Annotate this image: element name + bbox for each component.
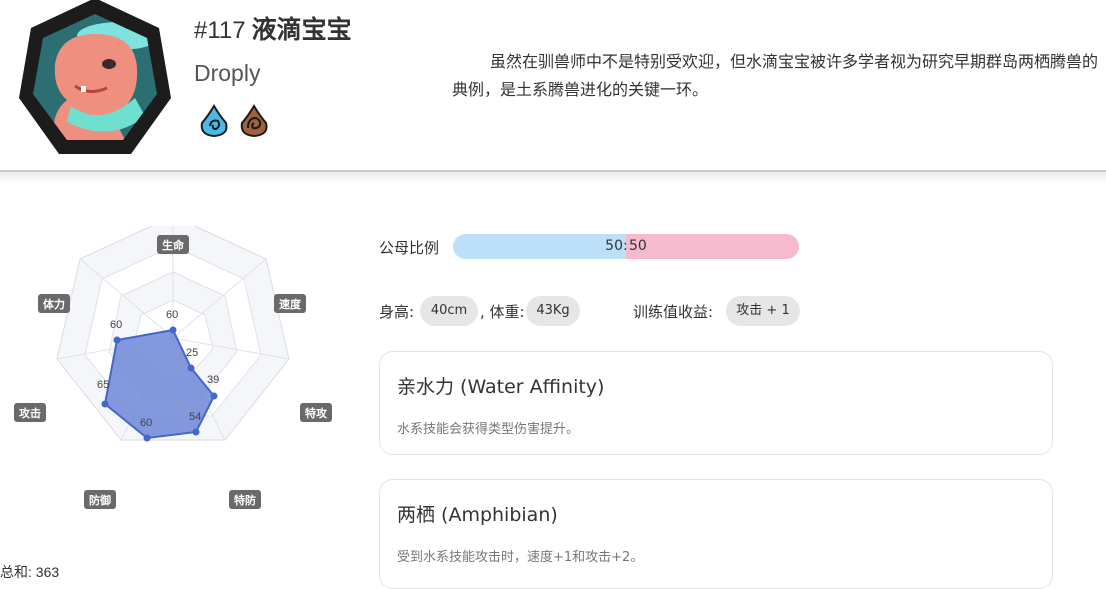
monster-avatar: [19, 0, 171, 154]
monster-description: 虽然在驯兽师中不是特别受欢迎，但水滴宝宝被许多学者视为研究早期群岛两栖腾兽的典例…: [452, 52, 1099, 99]
ability-card-water-affinity: 亲水力 (Water Affinity) 水系技能会获得类型伤害提升。: [379, 351, 1053, 455]
stat-label-sp-def: 特防: [234, 493, 256, 507]
height-value: 40cm: [420, 296, 478, 326]
gender-ratio-bar: 50 50 :: [453, 234, 799, 259]
height-label: 身高:: [379, 303, 415, 321]
ability-card-amphibian: 两栖 (Amphibian) 受到水系技能攻击时，速度+1和攻击+2。: [379, 479, 1053, 589]
gender-male-value: 50: [605, 238, 623, 254]
stat-label-def-tag: 防御: [84, 490, 116, 509]
ability-title: 两栖 (Amphibian): [397, 504, 558, 526]
ability-description: 水系技能会获得类型伤害提升。: [397, 422, 580, 437]
stat-point-hp: [169, 326, 177, 334]
ev-yield-label: 训练值收益:: [633, 303, 714, 321]
stat-label-speed: 速度: [279, 297, 302, 311]
monster-name: 液滴宝宝: [251, 16, 352, 44]
monster-english-name: Droply: [194, 60, 261, 86]
gender-female-segment: 50: [626, 234, 799, 259]
stat-value-speed: 25: [186, 347, 198, 359]
stat-label-sp-atk-tag: 特攻: [300, 403, 332, 422]
stat-total: 总和: 363: [0, 564, 60, 580]
stat-label-sp-def-tag: 特防: [229, 490, 261, 509]
weight-label: , 体重:: [480, 303, 525, 321]
stat-point-speed: [187, 364, 195, 372]
stat-point-sp-def: [192, 428, 200, 436]
gender-ratio-label: 公母比例: [379, 239, 440, 257]
stat-label-hp-tag: 生命: [157, 235, 189, 254]
stats-radar-chart: 60 25 39 54 60 65 60 生命 速度 特攻 特防 防御 攻击 体…: [14, 226, 332, 509]
stat-value-sp-def: 54: [189, 411, 201, 423]
stat-value-def: 60: [140, 417, 152, 429]
stat-label-atk: 攻击: [19, 406, 41, 420]
stat-label-stamina-tag: 体力: [38, 294, 70, 313]
monster-number: #117: [194, 17, 246, 44]
stat-point-sp-atk: [210, 392, 218, 400]
stat-label-speed-tag: 速度: [274, 294, 306, 313]
stat-value-atk: 65: [97, 379, 109, 391]
stat-label-stamina: 体力: [43, 297, 65, 311]
monster-title: #117 液滴宝宝: [194, 10, 352, 46]
header-shadow: [0, 172, 1106, 184]
earth-type-icon[interactable]: [238, 104, 270, 138]
gender-male-segment: 50: [453, 234, 626, 259]
monster-header: #117 液滴宝宝 Droply 虽然在驯兽师中不是特别受欢迎，但水滴宝宝被许多学…: [0, 0, 1106, 171]
stat-value-sp-atk: 39: [207, 374, 219, 386]
stat-label-def: 防御: [89, 493, 111, 507]
stat-point-def: [143, 434, 151, 442]
ability-title: 亲水力 (Water Affinity): [397, 376, 605, 398]
ev-yield-value: 攻击 + 1: [726, 296, 800, 326]
weight-value: 43Kg: [526, 296, 580, 326]
gender-separator: :: [623, 238, 628, 254]
stat-value-stamina: 60: [110, 319, 122, 331]
stat-label-hp: 生命: [162, 238, 185, 252]
stat-label-sp-atk: 特攻: [305, 406, 328, 420]
gender-female-value: 50: [629, 238, 647, 254]
stat-label-atk-tag: 攻击: [14, 403, 46, 422]
stat-point-stamina: [113, 336, 121, 344]
stat-value-hp: 60: [166, 309, 178, 321]
stat-point-atk: [101, 400, 109, 408]
water-type-icon[interactable]: [198, 104, 230, 138]
ability-description: 受到水系技能攻击时，速度+1和攻击+2。: [397, 550, 644, 565]
